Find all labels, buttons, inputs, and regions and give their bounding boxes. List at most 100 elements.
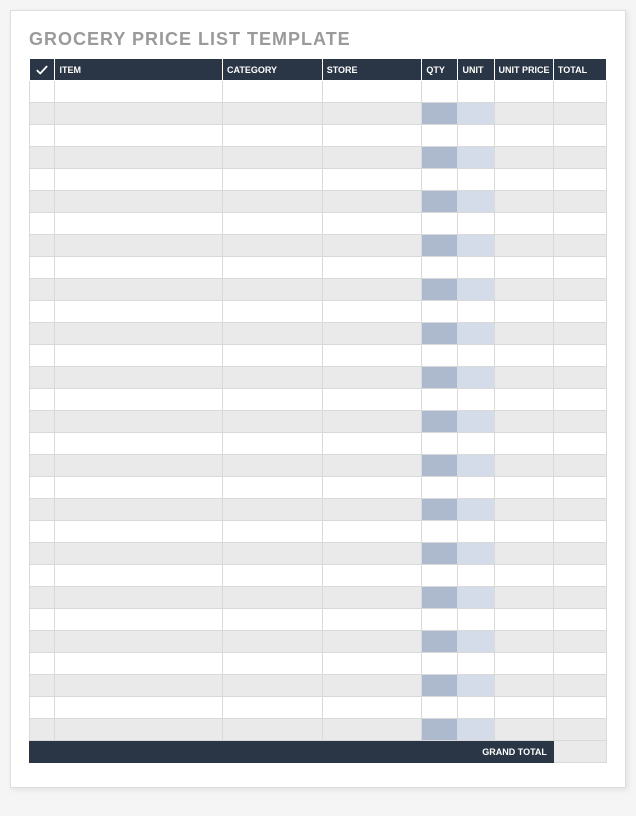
- cell-store[interactable]: [322, 543, 422, 565]
- cell-total[interactable]: [553, 609, 606, 631]
- cell-unit[interactable]: [458, 609, 494, 631]
- cell-total[interactable]: [553, 323, 606, 345]
- cell-store[interactable]: [322, 631, 422, 653]
- cell-store[interactable]: [322, 653, 422, 675]
- cell-total[interactable]: [553, 719, 606, 741]
- cell-qty[interactable]: [422, 213, 458, 235]
- cell-qty[interactable]: [422, 433, 458, 455]
- cell-check[interactable]: [30, 455, 55, 477]
- cell-unit[interactable]: [458, 257, 494, 279]
- cell-qty[interactable]: [422, 631, 458, 653]
- cell-qty[interactable]: [422, 323, 458, 345]
- cell-item[interactable]: [55, 323, 223, 345]
- cell-total[interactable]: [553, 697, 606, 719]
- cell-category[interactable]: [223, 169, 323, 191]
- cell-unit-price[interactable]: [494, 389, 553, 411]
- cell-unit[interactable]: [458, 675, 494, 697]
- cell-total[interactable]: [553, 147, 606, 169]
- cell-unit-price[interactable]: [494, 653, 553, 675]
- cell-total[interactable]: [553, 81, 606, 103]
- cell-item[interactable]: [55, 169, 223, 191]
- cell-store[interactable]: [322, 301, 422, 323]
- cell-category[interactable]: [223, 235, 323, 257]
- cell-unit-price[interactable]: [494, 521, 553, 543]
- cell-qty[interactable]: [422, 301, 458, 323]
- cell-category[interactable]: [223, 675, 323, 697]
- cell-item[interactable]: [55, 499, 223, 521]
- cell-check[interactable]: [30, 345, 55, 367]
- cell-category[interactable]: [223, 631, 323, 653]
- cell-category[interactable]: [223, 191, 323, 213]
- cell-item[interactable]: [55, 235, 223, 257]
- cell-category[interactable]: [223, 433, 323, 455]
- cell-unit-price[interactable]: [494, 499, 553, 521]
- cell-store[interactable]: [322, 213, 422, 235]
- cell-store[interactable]: [322, 499, 422, 521]
- cell-total[interactable]: [553, 169, 606, 191]
- cell-unit-price[interactable]: [494, 125, 553, 147]
- cell-total[interactable]: [553, 631, 606, 653]
- cell-check[interactable]: [30, 323, 55, 345]
- cell-check[interactable]: [30, 257, 55, 279]
- cell-unit[interactable]: [458, 213, 494, 235]
- cell-unit[interactable]: [458, 389, 494, 411]
- cell-category[interactable]: [223, 697, 323, 719]
- cell-qty[interactable]: [422, 169, 458, 191]
- cell-check[interactable]: [30, 477, 55, 499]
- cell-category[interactable]: [223, 279, 323, 301]
- cell-category[interactable]: [223, 345, 323, 367]
- cell-store[interactable]: [322, 323, 422, 345]
- cell-item[interactable]: [55, 213, 223, 235]
- cell-total[interactable]: [553, 125, 606, 147]
- cell-unit[interactable]: [458, 103, 494, 125]
- cell-store[interactable]: [322, 565, 422, 587]
- cell-qty[interactable]: [422, 147, 458, 169]
- cell-unit-price[interactable]: [494, 323, 553, 345]
- cell-item[interactable]: [55, 697, 223, 719]
- cell-unit-price[interactable]: [494, 257, 553, 279]
- cell-check[interactable]: [30, 675, 55, 697]
- cell-qty[interactable]: [422, 235, 458, 257]
- cell-check[interactable]: [30, 433, 55, 455]
- cell-qty[interactable]: [422, 521, 458, 543]
- cell-total[interactable]: [553, 191, 606, 213]
- cell-category[interactable]: [223, 455, 323, 477]
- cell-store[interactable]: [322, 587, 422, 609]
- cell-qty[interactable]: [422, 103, 458, 125]
- cell-category[interactable]: [223, 257, 323, 279]
- cell-item[interactable]: [55, 631, 223, 653]
- cell-check[interactable]: [30, 631, 55, 653]
- cell-unit-price[interactable]: [494, 169, 553, 191]
- cell-check[interactable]: [30, 565, 55, 587]
- cell-store[interactable]: [322, 235, 422, 257]
- cell-qty[interactable]: [422, 279, 458, 301]
- cell-qty[interactable]: [422, 455, 458, 477]
- cell-unit-price[interactable]: [494, 477, 553, 499]
- cell-unit-price[interactable]: [494, 697, 553, 719]
- cell-store[interactable]: [322, 279, 422, 301]
- cell-store[interactable]: [322, 147, 422, 169]
- cell-total[interactable]: [553, 235, 606, 257]
- cell-unit-price[interactable]: [494, 411, 553, 433]
- cell-category[interactable]: [223, 367, 323, 389]
- cell-store[interactable]: [322, 389, 422, 411]
- cell-check[interactable]: [30, 301, 55, 323]
- cell-total[interactable]: [553, 455, 606, 477]
- cell-qty[interactable]: [422, 499, 458, 521]
- cell-category[interactable]: [223, 389, 323, 411]
- cell-qty[interactable]: [422, 389, 458, 411]
- cell-unit-price[interactable]: [494, 81, 553, 103]
- cell-check[interactable]: [30, 609, 55, 631]
- cell-item[interactable]: [55, 565, 223, 587]
- cell-item[interactable]: [55, 521, 223, 543]
- cell-total[interactable]: [553, 367, 606, 389]
- cell-unit-price[interactable]: [494, 147, 553, 169]
- cell-unit-price[interactable]: [494, 455, 553, 477]
- cell-unit[interactable]: [458, 411, 494, 433]
- cell-item[interactable]: [55, 367, 223, 389]
- cell-category[interactable]: [223, 609, 323, 631]
- cell-item[interactable]: [55, 653, 223, 675]
- cell-check[interactable]: [30, 103, 55, 125]
- cell-unit-price[interactable]: [494, 103, 553, 125]
- cell-total[interactable]: [553, 103, 606, 125]
